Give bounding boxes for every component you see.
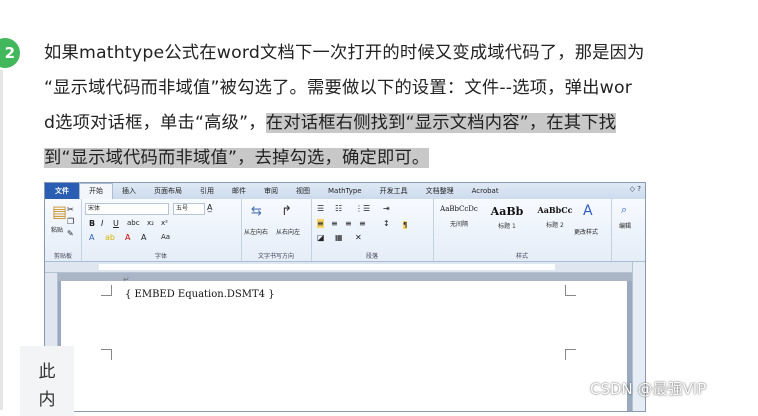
justify-icon[interactable]: ≡ bbox=[359, 219, 366, 228]
font-group: 宋体 五号 A̲ B I U abc x₂ x² A ab A A Aa 字体 bbox=[81, 199, 242, 261]
change-styles-label[interactable]: 更改样式 bbox=[574, 227, 598, 236]
tab-home[interactable]: 开始 bbox=[79, 183, 113, 199]
tab-acrobat[interactable]: Acrobat bbox=[463, 183, 508, 199]
char-shading-icon[interactable]: A bbox=[141, 233, 146, 242]
instruction-paragraph: 如果mathtype公式在word文档下一次打开的时候又变成域代码了，那是因为 … bbox=[44, 36, 724, 176]
paragraph-line-4-highlight: 到“显示域代码而非域值”，去掉勾选，确定即可。 bbox=[44, 148, 430, 168]
font-group-label: 字体 bbox=[154, 253, 167, 260]
style-sample: AaBb bbox=[490, 205, 524, 218]
paragraph-group-label: 段落 bbox=[365, 253, 378, 260]
clipboard-group: ▤ 粘贴 ✂ ❐ ✎ 剪贴板 bbox=[45, 199, 82, 261]
style-name: 无间隔 bbox=[449, 221, 468, 228]
tab-view[interactable]: 视图 bbox=[287, 183, 319, 199]
paragraph-line-2: “显示域代码而非域值”被勾选了。需要做以下的设置：文件--选项，弹出wor bbox=[44, 78, 633, 98]
equation-field-code[interactable]: { EMBED Equation.DSMT4 } bbox=[125, 289, 275, 300]
paragraph-line-3: d选项对话框，单击“高级”，在对话框右侧找到“显示文档内容”，在其下找 bbox=[44, 106, 724, 141]
font-size-select[interactable]: 五号 bbox=[173, 203, 205, 215]
margin-corner-top-left bbox=[101, 285, 112, 296]
tab-file[interactable]: 文件 bbox=[45, 183, 79, 199]
highlight-icon[interactable]: ab bbox=[105, 233, 115, 242]
tab-mathtype[interactable]: MathType bbox=[319, 183, 371, 199]
tab-review[interactable]: 审阅 bbox=[255, 183, 287, 199]
subscript-icon[interactable]: x₂ bbox=[147, 219, 154, 227]
style-name: 标题 1 bbox=[498, 223, 516, 230]
step-number-badge: 2 bbox=[0, 38, 20, 68]
margin-corner-mid-left bbox=[101, 349, 112, 360]
editing-group: ⌕ 编辑 bbox=[611, 199, 645, 261]
word-screenshot: 文件 开始 插入 页面布局 引用 邮件 审阅 视图 MathType 开发工具 … bbox=[44, 182, 646, 412]
italic-icon[interactable]: I bbox=[101, 219, 103, 228]
tab-developer[interactable]: 开发工具 bbox=[371, 183, 417, 199]
superscript-icon[interactable]: x² bbox=[161, 219, 168, 227]
bold-icon[interactable]: B bbox=[89, 219, 95, 228]
copy-icon[interactable]: ❐ bbox=[67, 217, 74, 226]
tab-page-layout[interactable]: 页面布局 bbox=[145, 183, 191, 199]
margin-corner-mid-right bbox=[565, 349, 576, 360]
text-effects-icon[interactable]: A bbox=[89, 233, 94, 242]
paragraph-line-4: 到“显示域代码而非域值”，去掉勾选，确定即可。 bbox=[44, 141, 724, 176]
side-tab-line-1: 此 bbox=[38, 362, 56, 382]
font-name-select[interactable]: 宋体 bbox=[85, 203, 169, 215]
help-icon[interactable]: ◇ ? bbox=[630, 185, 641, 193]
document-page[interactable] bbox=[61, 281, 627, 411]
align-center-icon[interactable]: ≡ bbox=[331, 219, 338, 228]
page-gap bbox=[58, 273, 632, 281]
ruler-text-area bbox=[99, 264, 555, 270]
change-styles-icon[interactable]: A bbox=[583, 203, 593, 219]
style-heading-2[interactable]: AaBbCc 标题 2 bbox=[531, 205, 579, 245]
style-sample: AaBbCc bbox=[537, 205, 573, 215]
font-grow-icon[interactable]: A̲ bbox=[207, 203, 212, 212]
text-direction-group-label: 文字书写方向 bbox=[257, 253, 294, 260]
clipboard-group-label: 剪贴板 bbox=[53, 253, 72, 260]
paste-icon[interactable]: ▤ bbox=[52, 202, 67, 221]
csdn-watermark: CSDN @最强VIP bbox=[590, 380, 707, 398]
side-tab[interactable]: 此 内 bbox=[20, 346, 74, 416]
horizontal-ruler bbox=[45, 262, 645, 273]
style-heading-1[interactable]: AaBb 标题 1 bbox=[483, 205, 531, 245]
show-marks-icon[interactable]: ¶ bbox=[403, 221, 408, 229]
multilevel-list-icon[interactable]: ⋮☰ bbox=[355, 204, 370, 213]
shading-icon[interactable]: ◪ bbox=[317, 233, 325, 242]
tab-document-tidy[interactable]: 文档整理 bbox=[417, 183, 463, 199]
sort-icon[interactable]: ✕ bbox=[355, 233, 362, 242]
indent-icon[interactable]: ⇥ bbox=[383, 204, 390, 213]
tab-references[interactable]: 引用 bbox=[191, 183, 223, 199]
ribbon: ▤ 粘贴 ✂ ❐ ✎ 剪贴板 宋体 五号 A̲ B I U abc x₂ x² … bbox=[45, 199, 645, 262]
margin-corner-top-right bbox=[565, 285, 576, 296]
style-no-spacing[interactable]: AaBbCcDc 无间隔 bbox=[435, 205, 483, 245]
font-color-icon[interactable]: A bbox=[125, 233, 130, 242]
tab-insert[interactable]: 插入 bbox=[113, 183, 145, 199]
ribbon-tabs: 文件 开始 插入 页面布局 引用 邮件 审阅 视图 MathType 开发工具 … bbox=[45, 183, 645, 199]
bullets-icon[interactable]: ☰ bbox=[317, 204, 324, 213]
rtl-icon[interactable]: ↱ bbox=[281, 204, 292, 219]
step-line bbox=[0, 70, 3, 410]
rtl-label[interactable]: 从右向左 bbox=[276, 227, 300, 236]
tab-mailings[interactable]: 邮件 bbox=[223, 183, 255, 199]
paragraph-line-3-plain: d选项对话框，单击“高级”， bbox=[44, 113, 266, 133]
editing-label[interactable]: 编辑 bbox=[619, 221, 631, 230]
align-right-icon[interactable]: ≡ bbox=[345, 219, 352, 228]
underline-icon[interactable]: U bbox=[113, 219, 119, 228]
paragraph-mark-icon: ↵ bbox=[123, 275, 130, 284]
style-sample: AaBbCcDc bbox=[440, 205, 478, 213]
format-painter-icon[interactable]: ✎ bbox=[67, 229, 74, 238]
find-icon[interactable]: ⌕ bbox=[621, 203, 627, 217]
cut-icon[interactable]: ✂ bbox=[67, 205, 74, 214]
numbering-icon[interactable]: ☷ bbox=[335, 204, 342, 213]
paragraph-line-3-highlight: 在对话框右侧找到“显示文档内容”，在其下找 bbox=[265, 113, 617, 133]
paste-button-label[interactable]: 粘贴 bbox=[51, 225, 63, 234]
styles-group: AaBbCcDc 无间隔 AaBb 标题 1 AaBbCc 标题 2 A 更改样… bbox=[433, 199, 612, 261]
strikethrough-icon[interactable]: abc bbox=[127, 219, 140, 227]
align-left-icon[interactable]: ≡ bbox=[317, 219, 324, 228]
paragraph-group: ☰ ☷ ⋮☰ ⇥ ≡ ≡ ≡ ≡ ↕ ¶ ◪ ▦ ✕ 段落 bbox=[311, 199, 434, 261]
ltr-icon[interactable]: ⇆ bbox=[251, 204, 262, 219]
paragraph-line-1: 如果mathtype公式在word文档下一次打开的时候又变成域代码了，那是因为 bbox=[44, 43, 645, 63]
line-spacing-icon[interactable]: ↕ bbox=[383, 219, 390, 228]
style-name: 标题 2 bbox=[546, 222, 564, 229]
text-direction-group: ⇆ ↱ 从左向右 从右向左 文字书写方向 bbox=[241, 199, 312, 261]
ltr-label[interactable]: 从左向右 bbox=[244, 227, 268, 236]
styles-group-label: 样式 bbox=[515, 253, 528, 260]
change-case-icon[interactable]: Aa bbox=[161, 233, 170, 241]
borders-icon[interactable]: ▦ bbox=[335, 233, 343, 242]
